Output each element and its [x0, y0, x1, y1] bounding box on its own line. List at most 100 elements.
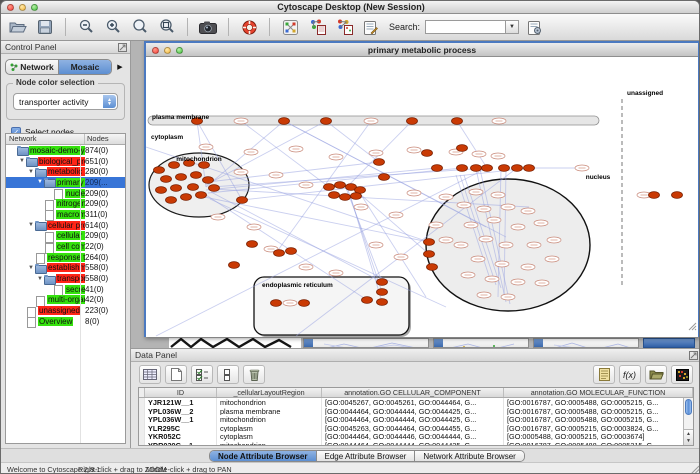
browser-tab[interactable]: Edge Attribute Browser — [317, 451, 416, 461]
network-canvas[interactable]: plasma membranecytoplasmmitochondrionnuc… — [146, 57, 698, 337]
search-box: ▼ — [425, 20, 519, 34]
file-icon — [44, 210, 55, 218]
scrollbar-thumb[interactable] — [685, 399, 692, 415]
tree-row-label: secretion — [65, 285, 85, 294]
table-cell: cytoplasm — [217, 424, 322, 433]
background-window-titlebar[interactable] — [643, 338, 695, 348]
tree-row[interactable]: multi-organism pro42(0) — [6, 295, 125, 306]
new-attribute-icon[interactable] — [165, 365, 187, 384]
tree-row[interactable]: unassigned 223(0) — [6, 305, 125, 316]
trash-icon[interactable] — [243, 365, 265, 384]
tab-network[interactable]: Network — [6, 60, 59, 74]
zoom-fit-icon[interactable] — [156, 17, 178, 38]
search-dropdown-button[interactable]: ▼ — [505, 20, 519, 34]
background-window-strip[interactable] — [433, 338, 529, 348]
tree-row-node-count: 223(0) — [85, 306, 125, 315]
open-folder-icon[interactable] — [7, 17, 29, 38]
tree-row-label: unassigned — [38, 306, 81, 315]
svg-text:plasma membrane: plasma membrane — [152, 114, 209, 121]
window-resize-grip[interactable] — [688, 318, 697, 336]
column-header[interactable]: ID — [145, 388, 217, 397]
table-vertical-scrollbar[interactable]: ▲▼ — [683, 398, 693, 445]
tab-mosaic[interactable]: Mosaic — [59, 60, 111, 74]
function-builder-icon[interactable]: f(x) — [619, 365, 641, 384]
tree-row[interactable]: nucleobase-209(0) — [6, 188, 125, 199]
network-canvas-svg: plasma membranecytoplasmmitochondrionnuc… — [146, 57, 698, 337]
tree-row[interactable]: ▼metabolic process280(0) — [6, 166, 125, 177]
column-header[interactable]: annotation.GO CELLULAR_COMPONENT — [322, 388, 504, 397]
toolbar-separator — [65, 18, 66, 36]
table-cell: YLR295C — [145, 424, 217, 433]
tree-row[interactable]: ▼transport558(0) — [6, 273, 125, 284]
background-window-strip[interactable] — [303, 338, 429, 348]
tree-row[interactable]: response to stimulu264(0) — [6, 252, 125, 263]
data-panel-title: Data Panel — [135, 350, 177, 360]
tree-row[interactable]: ▼cellular process614(0) — [6, 220, 125, 231]
vizmap-icon[interactable] — [306, 17, 328, 38]
tree-row-label: mosaic-demo-yeast — [29, 146, 85, 155]
main-titlebar: Cytoscape Desktop (New Session) — [1, 1, 700, 14]
zoom-selected-icon[interactable] — [129, 17, 151, 38]
import-attributes-icon[interactable] — [645, 365, 667, 384]
annotation-icon[interactable] — [333, 17, 355, 38]
table-cell: mitochondrion — [217, 441, 322, 446]
tree-row[interactable]: ▼primary metabo209(... — [6, 177, 125, 188]
zoom-in-icon[interactable] — [102, 17, 124, 38]
tree-row-node-count: 558(0) — [85, 263, 125, 272]
scrollbar-arrows[interactable]: ▲▼ — [684, 429, 693, 445]
table-row[interactable]: YPL036W__1mitochondrion[GO:0044464, GO:0… — [139, 415, 693, 424]
background-window-strip[interactable] — [533, 338, 639, 348]
tree-row-label: nucleobase- — [65, 189, 85, 198]
tree-row[interactable]: cell communicat22(0) — [6, 241, 125, 252]
tree-row[interactable]: ▼biological_process651(0) — [6, 156, 125, 167]
zoom-out-icon[interactable] — [75, 17, 97, 38]
tree-row[interactable]: cellular metabol209(0) — [6, 231, 125, 242]
node-color-combo-value: transporter activity — [19, 97, 88, 107]
search-input[interactable] — [425, 20, 505, 34]
browser-tabs: Node Attribute BrowserEdge Attribute Bro… — [209, 450, 525, 462]
column-header[interactable]: annotation.GO MOLECULAR_FUNCTION — [504, 388, 693, 397]
network-window-titlebar[interactable]: primary metabolic process — [146, 43, 698, 57]
tree-row[interactable]: secretion41(0) — [6, 284, 125, 295]
tree-col-network[interactable]: Network — [6, 134, 85, 144]
float-panel-icon[interactable] — [689, 351, 698, 362]
attribute-table-icon[interactable] — [139, 365, 161, 384]
file-icon — [35, 253, 46, 261]
help-lifering-icon[interactable] — [238, 17, 260, 38]
tree-row[interactable]: ▼establishment of lo558(0) — [6, 263, 125, 274]
save-icon[interactable] — [34, 17, 56, 38]
tree-row[interactable]: nitrogen compo209(0) — [6, 198, 125, 209]
notes-icon[interactable] — [593, 365, 615, 384]
tree-row[interactable]: Overview8(0) — [6, 316, 125, 327]
table-row[interactable]: YDR039C__1mitochondrion[GO:0044464, GO:0… — [139, 441, 693, 446]
tree-row[interactable]: mosaic-demo-yeast874(0) — [6, 145, 125, 156]
table-row[interactable]: YPL036W__2plasma membrane[GO:0044464, GO… — [139, 407, 693, 416]
node-color-combo[interactable]: transporter activity ▲▼ — [13, 93, 118, 110]
unselect-attributes-icon[interactable] — [217, 365, 239, 384]
tree-row-node-count: 874(0) — [85, 146, 125, 155]
table-row[interactable]: YKR052Ccytoplasm[GO:0044464, GO:0044446,… — [139, 432, 693, 441]
browser-tab[interactable]: Network Attribute Browser — [415, 451, 523, 461]
table-row[interactable]: YJR121W__1mitochondrion[GO:0045267, GO:0… — [139, 398, 693, 407]
table-row[interactable]: YLR295Ccytoplasm[GO:0045263, GO:0044464,… — [139, 424, 693, 433]
main-toolbar: Search: ▼ — [1, 14, 700, 41]
control-panel-tabs: Network Mosaic ▶ — [5, 58, 126, 75]
browser-tab[interactable]: Node Attribute Browser — [210, 451, 317, 461]
tab-overflow-arrow-icon[interactable]: ▶ — [114, 60, 126, 74]
select-attributes-icon[interactable] — [191, 365, 213, 384]
tree-row[interactable]: macromolecule311(0) — [6, 209, 125, 220]
network-overview-icon[interactable] — [279, 17, 301, 38]
snapshot-camera-icon[interactable] — [197, 17, 219, 38]
background-window-thumbnail[interactable] — [169, 338, 301, 348]
column-header[interactable]: _cellularLayoutRegion — [217, 388, 322, 397]
folder-icon — [44, 275, 55, 283]
page-edit-icon[interactable] — [360, 17, 382, 38]
tree-col-nodes[interactable]: Nodes — [85, 134, 125, 144]
app-resize-grip[interactable] — [690, 465, 700, 474]
matrix-heatmap-icon[interactable] — [671, 365, 693, 384]
page-config-icon[interactable] — [524, 17, 546, 38]
svg-text:endoplasmic reticulum: endoplasmic reticulum — [262, 282, 333, 289]
table-cell: [GO:0005488, GO:0005215, GO:0003674] — [504, 432, 693, 441]
node-color-selection-legend: Node color selection — [13, 78, 98, 87]
float-panel-icon[interactable] — [118, 43, 127, 54]
